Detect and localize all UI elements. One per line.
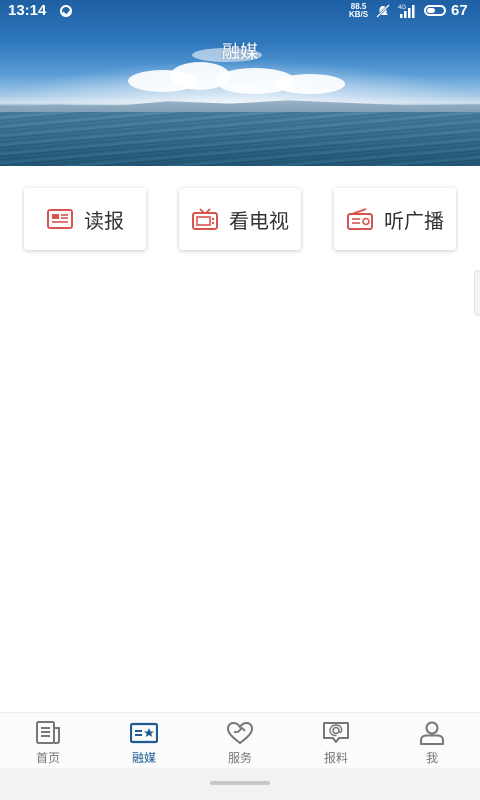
nav-item-service[interactable]: 服务 [192,713,288,769]
network-speed-unit: KB/S [349,10,369,19]
nav-item-media[interactable]: 融媒 [96,713,192,769]
report-chat-icon [323,722,349,743]
nav-label-home: 首页 [35,751,60,765]
nav-item-me[interactable]: 我 [384,713,480,769]
network-speed: 88.5 KB/S [349,3,368,19]
side-drawer-handle[interactable] [474,270,480,316]
status-time: 13:14 [8,2,47,19]
radio-icon [347,208,373,230]
home-news-icon [36,721,60,744]
heart-service-icon [226,721,254,745]
nav-label-me: 我 [425,751,438,765]
bottom-nav: 首页 融媒 服务 报料 我 [0,712,480,769]
signal-icon: 4G [398,5,415,18]
nav-item-report[interactable]: 报料 [288,713,384,769]
tv-icon [192,208,218,230]
nav-label-report: 报料 [323,751,348,765]
cloud-shape [275,74,345,94]
listen-radio-button[interactable]: 听广播 [334,188,456,250]
user-icon [420,721,444,745]
system-gesture-bar [0,768,480,800]
battery-level: 67 [451,2,468,19]
nav-label-service: 服务 [227,751,252,765]
watch-tv-button[interactable]: 看电视 [179,188,301,250]
notifications-off-icon [376,4,390,18]
header-banner: 13:14 88.5 KB/S 4G 67 融媒 [0,0,480,166]
alarm-check-icon [60,5,72,17]
status-bar: 13:14 88.5 KB/S 4G 67 [0,0,480,24]
battery-icon [424,5,446,16]
read-newspaper-button[interactable]: 读报 [24,188,146,250]
read-newspaper-label: 读报 [84,208,124,233]
watch-tv-label: 看电视 [229,208,289,233]
sea-shine [0,112,480,166]
newspaper-icon [47,209,73,229]
nav-item-home[interactable]: 首页 [0,713,96,769]
nav-label-media: 融媒 [131,751,156,765]
home-indicator[interactable] [210,781,270,785]
page-title: 融媒 [222,42,258,63]
network-type: 4G [398,5,406,11]
media-card-icon [130,722,158,744]
listen-radio-label: 听广播 [384,208,444,233]
